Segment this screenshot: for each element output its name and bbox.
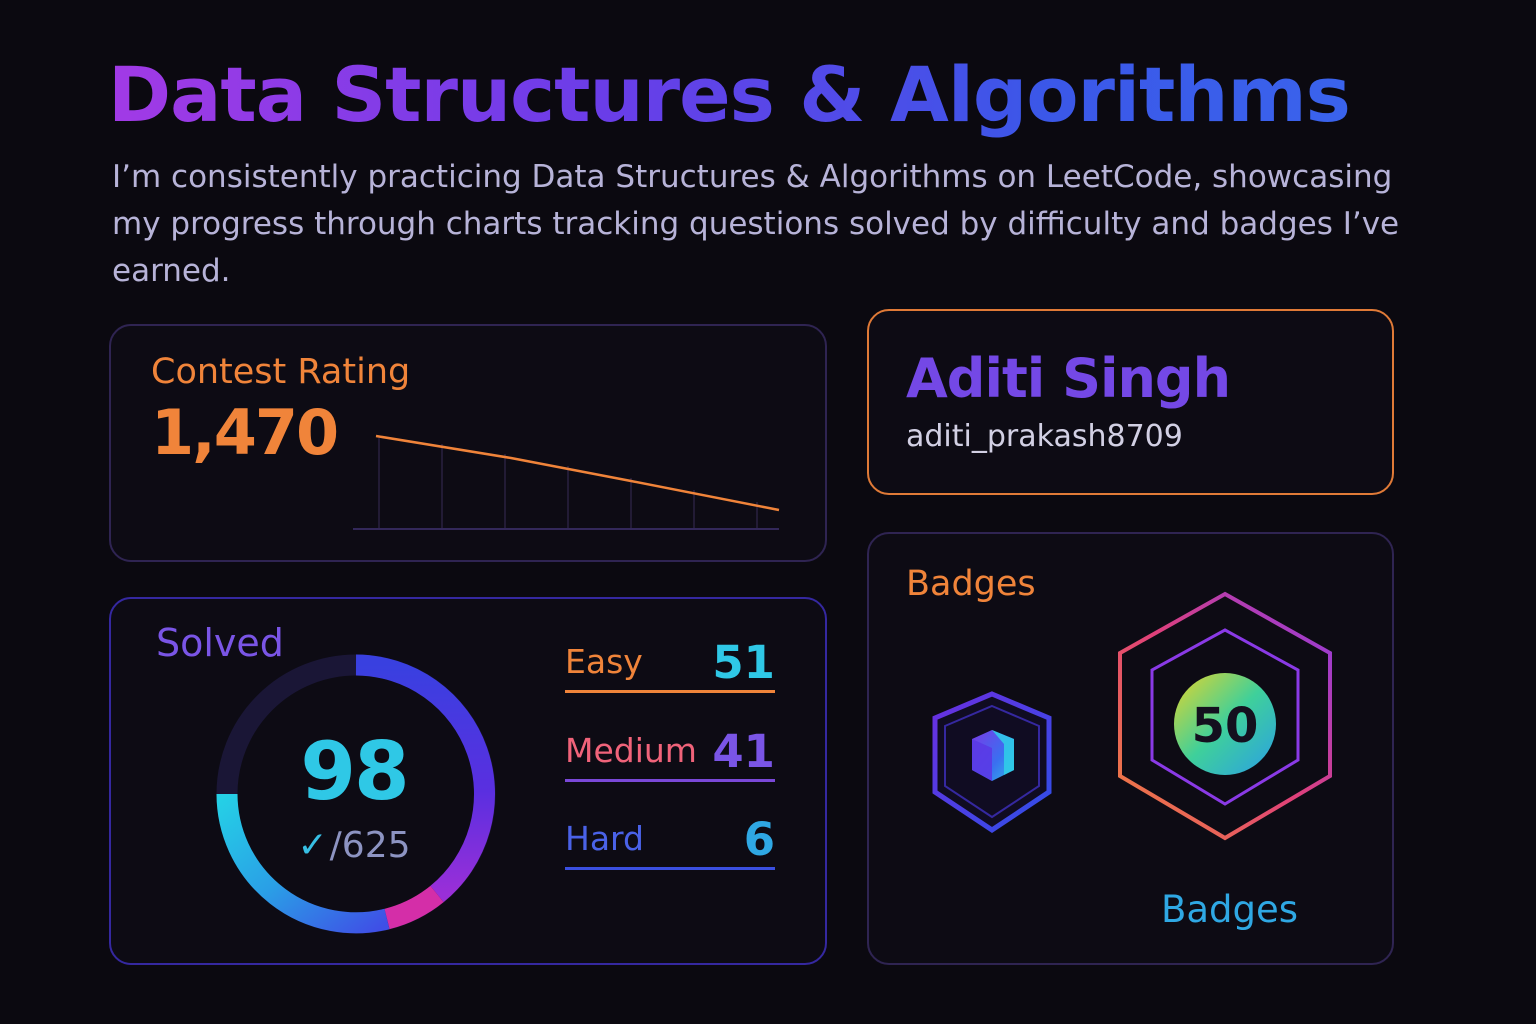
page-title: Data Structures & Algorithms <box>108 50 1351 139</box>
difficulty-label: Hard <box>565 819 644 858</box>
difficulty-row-easy[interactable]: Easy 51 <box>565 633 775 693</box>
rating-trend-chart <box>353 434 780 530</box>
donut-segment-hard <box>384 885 444 930</box>
profile-card[interactable]: Aditi Singh aditi_prakash8709 <box>867 309 1394 495</box>
difficulty-count: 41 <box>712 725 775 778</box>
badges-graphics: 50 <box>932 591 1332 841</box>
intro-text: I’m consistently practicing Data Structu… <box>112 159 1400 289</box>
badges-caption: Badges <box>1161 888 1299 931</box>
solved-total: /625 <box>329 825 411 866</box>
solved-count: 98 <box>300 725 409 818</box>
difficulty-count: 51 <box>712 636 775 689</box>
difficulty-row-hard[interactable]: Hard 6 <box>565 810 775 870</box>
dashboard-page: Data Structures & Algorithms I’m consist… <box>0 0 1536 1024</box>
cube-badge-icon <box>932 691 1052 834</box>
contest-rating-card[interactable]: Contest Rating 1,470 <box>109 324 827 562</box>
rating-trend-line <box>375 434 780 512</box>
badges-card[interactable]: Badges 50 Badges <box>867 532 1394 965</box>
difficulty-underline <box>565 779 775 782</box>
solved-total-row: ✓/625 <box>211 825 497 866</box>
difficulty-underline <box>565 867 775 870</box>
checkmark-icon: ✓ <box>297 825 328 866</box>
difficulty-row-medium[interactable]: Medium 41 <box>565 722 775 782</box>
solved-card[interactable]: Solved 98 ✓/625 Easy 51 Medium 41 Hard 6 <box>109 597 827 965</box>
difficulty-count: 6 <box>743 813 775 866</box>
difficulty-underline <box>565 690 775 693</box>
difficulty-label: Easy <box>565 642 643 681</box>
profile-name: Aditi Singh <box>906 347 1231 410</box>
badge-count-text: 50 <box>1192 698 1259 754</box>
difficulty-label: Medium <box>565 731 697 770</box>
profile-handle[interactable]: aditi_prakash8709 <box>906 419 1183 454</box>
